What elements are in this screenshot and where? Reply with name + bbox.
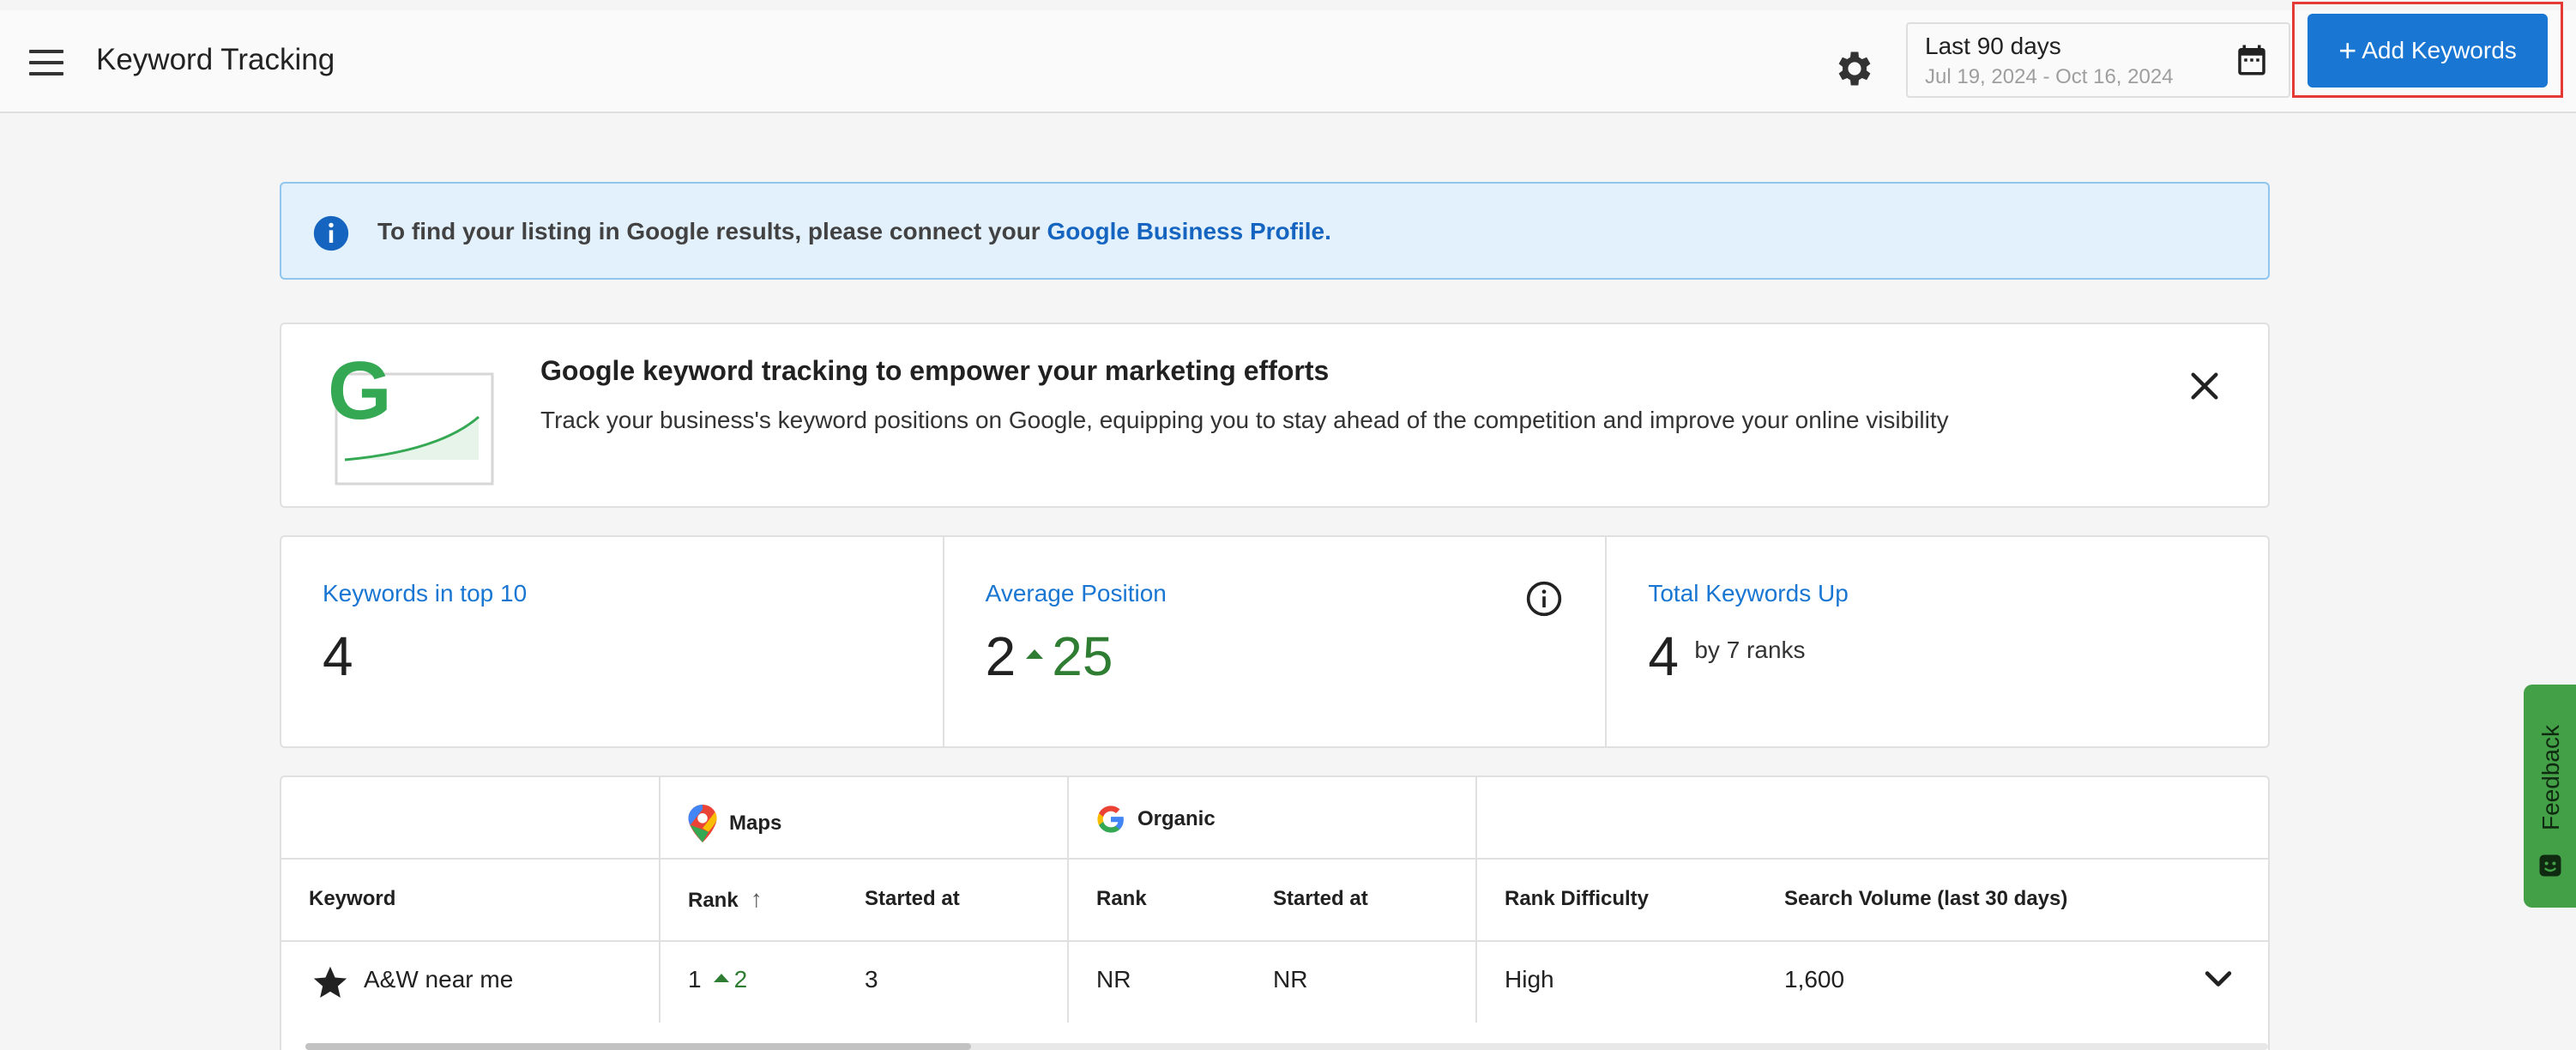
stat-value: 4 xyxy=(323,625,353,687)
alert-text: To find your listing in Google results, … xyxy=(377,218,1047,244)
plus-icon: + xyxy=(2338,33,2357,68)
hamburger-menu-icon[interactable] xyxy=(29,50,63,75)
organic-group-label: Organic xyxy=(1137,807,1216,830)
stats-summary: Keywords in top 10 4 Average Position 22… xyxy=(280,535,2270,748)
info-icon xyxy=(313,215,349,251)
keyword-table: Maps Organic Keyword Rank ↑ Started at Ra… xyxy=(280,775,2270,1050)
column-header-search-volume: Search Volume (last 30 days) xyxy=(1784,887,2068,910)
table-header-row: Keyword Rank ↑ Started at Rank Started at… xyxy=(281,860,2268,942)
stat-value: 2 xyxy=(985,625,1017,687)
maps-group-header: Maps xyxy=(688,805,781,842)
alert-message: To find your listing in Google results, … xyxy=(377,218,1331,245)
maps-rank-label: Rank xyxy=(688,889,739,912)
maps-rank-change: 2 xyxy=(733,966,748,993)
stat-subtext: by 7 ranks xyxy=(1694,637,1806,663)
keyword-cell: A&W near me xyxy=(364,966,514,993)
table-group-header-row: Maps Organic xyxy=(281,777,2268,860)
promo-card: G Google keyword tracking to empower you… xyxy=(280,323,2270,508)
smiley-chat-icon xyxy=(2539,854,2561,877)
stat-label: Keywords in top 10 xyxy=(323,580,528,606)
google-business-profile-link[interactable]: Google Business Profile. xyxy=(1047,218,1330,244)
sort-ascending-icon[interactable]: ↑ xyxy=(751,885,763,913)
calendar-icon[interactable] xyxy=(2234,41,2270,79)
scrollbar-thumb[interactable] xyxy=(305,1043,971,1050)
add-keywords-label: Add Keywords xyxy=(2362,37,2517,63)
feedback-tab[interactable]: Feedback xyxy=(2524,685,2576,908)
page-title: Keyword Tracking xyxy=(96,43,335,76)
stat-value: 4 xyxy=(1648,625,1679,687)
close-icon[interactable] xyxy=(2187,369,2222,403)
stat-total-keywords-up: Total Keywords Up 4 by 7 ranks xyxy=(1607,537,2268,746)
svg-text:G: G xyxy=(328,348,392,437)
column-header-maps-rank[interactable]: Rank ↑ xyxy=(688,885,763,913)
stat-label: Total Keywords Up xyxy=(1648,580,1849,606)
search-volume-cell: 1,600 xyxy=(1784,966,1845,993)
column-header-keyword: Keyword xyxy=(309,887,396,910)
maps-rank-cell: 12 xyxy=(688,966,747,993)
stat-keywords-top-10: Keywords in top 10 4 xyxy=(281,537,944,746)
top-app-bar: Keyword Tracking Last 90 days Jul 19, 20… xyxy=(0,10,2576,113)
maps-rank-value: 1 xyxy=(688,966,702,993)
star-icon[interactable] xyxy=(311,962,350,1002)
promo-title: Google keyword tracking to empower your … xyxy=(540,355,1330,386)
info-alert: To find your listing in Google results, … xyxy=(280,182,2270,280)
column-header-organic-rank: Rank xyxy=(1096,887,1147,910)
chevron-down-icon[interactable] xyxy=(2199,961,2237,999)
feedback-label: Feedback xyxy=(2537,725,2564,830)
settings-gear-icon[interactable] xyxy=(1832,46,1877,91)
organic-started-cell: NR xyxy=(1273,966,1308,993)
column-header-maps-started: Started at xyxy=(865,887,960,910)
up-arrow-icon xyxy=(1026,649,1044,659)
up-arrow-icon xyxy=(713,973,729,982)
date-range-dates: Jul 19, 2024 - Oct 16, 2024 xyxy=(1925,65,2174,88)
rank-difficulty-cell: High xyxy=(1505,966,1554,993)
table-row[interactable]: A&W near me 12 3 NR NR High 1,600 xyxy=(281,942,2268,1023)
stat-average-position: Average Position 2 25 xyxy=(944,537,1608,746)
horizontal-scrollbar[interactable] xyxy=(305,1043,2268,1050)
promo-description: Track your business's keyword positions … xyxy=(540,407,1949,433)
google-logo-icon xyxy=(1097,806,1124,833)
stat-value-group: 2 25 xyxy=(986,625,1113,688)
maps-group-label: Maps xyxy=(729,812,782,835)
google-maps-pin-icon xyxy=(688,805,717,842)
stat-label: Average Position xyxy=(985,580,1167,606)
date-range-picker[interactable]: Last 90 days Jul 19, 2024 - Oct 16, 2024 xyxy=(1906,22,2290,98)
info-outline-icon[interactable] xyxy=(1525,580,1563,618)
stat-change: 25 xyxy=(1052,625,1113,687)
column-header-rank-difficulty: Rank Difficulty xyxy=(1505,887,1650,910)
add-keywords-button[interactable]: + Add Keywords xyxy=(2308,14,2548,88)
organic-rank-cell: NR xyxy=(1096,966,1131,993)
maps-started-cell: 3 xyxy=(865,966,878,993)
column-header-organic-started: Started at xyxy=(1273,887,1368,910)
google-growth-illustration: G xyxy=(328,348,494,486)
date-range-label: Last 90 days xyxy=(1925,33,2061,59)
organic-group-header: Organic xyxy=(1096,805,1216,834)
